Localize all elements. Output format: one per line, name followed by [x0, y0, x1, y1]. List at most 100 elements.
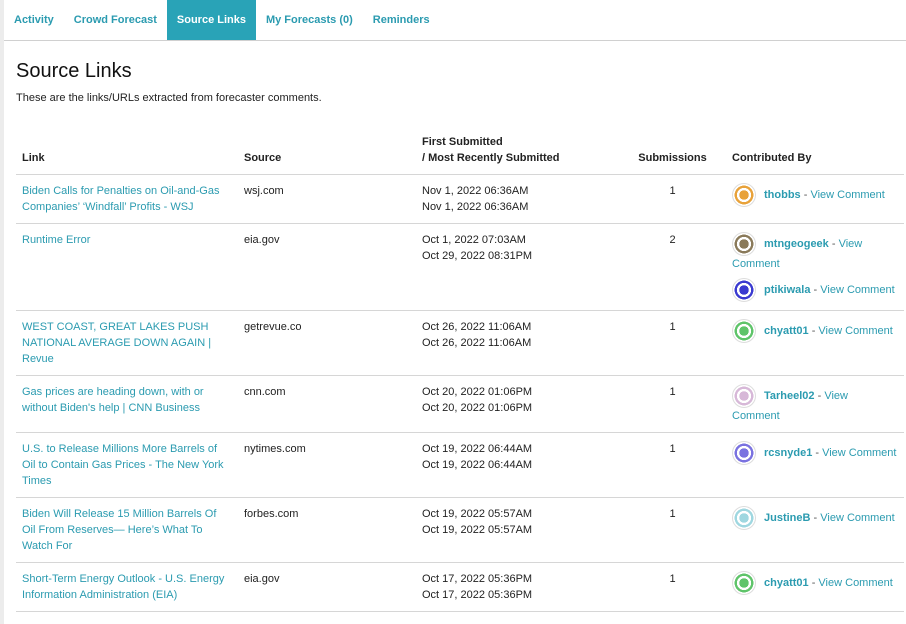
cell-dates: Nov 1, 2022 06:36AM Nov 1, 2022 06:36AM — [416, 174, 619, 224]
recent-submitted-date: Oct 19, 2022 06:44AM — [422, 459, 533, 471]
recent-submitted-date: Nov 1, 2022 06:36AM — [422, 201, 529, 213]
column-header-submitted: First Submitted / Most Recently Submitte… — [416, 134, 619, 175]
recent-submitted-date: Oct 29, 2022 08:31PM — [422, 250, 533, 262]
cell-link: U.S. to Release Millions More Barrels of… — [16, 432, 238, 498]
avatar[interactable] — [732, 278, 756, 302]
avatar[interactable] — [732, 232, 756, 256]
contributor-username[interactable]: Tarheel02 — [764, 390, 815, 402]
cell-link: Runtime Error — [16, 223, 238, 311]
table-body: Biden Calls for Penalties on Oil-and-Gas… — [16, 174, 904, 612]
cell-link: Gas prices are heading down, with or wit… — [16, 375, 238, 433]
contributor-username[interactable]: JustineB — [764, 512, 810, 524]
column-header-source: Source — [238, 134, 416, 175]
first-submitted-date: Nov 1, 2022 06:36AM — [422, 185, 529, 197]
view-comment-link[interactable]: View Comment — [818, 577, 892, 589]
tab-activity[interactable]: Activity — [4, 0, 64, 40]
cell-dates: Oct 26, 2022 11:06AM Oct 26, 2022 11:06AM — [416, 310, 619, 376]
column-header-recently-submitted: / Most Recently Submitted — [422, 152, 560, 164]
table-row: Runtime Error eia.gov Oct 1, 2022 07:03AM O… — [16, 223, 904, 311]
contributor: JustineB - View Comment — [732, 506, 898, 530]
separator: - — [810, 283, 821, 296]
first-submitted-date: Oct 1, 2022 07:03AM — [422, 234, 526, 246]
contributor-username[interactable]: rcsnyde1 — [764, 447, 812, 459]
contributor-username[interactable]: ptikiwala — [764, 284, 810, 296]
cell-dates: Oct 19, 2022 05:57AM Oct 19, 2022 05:57AM — [416, 497, 619, 563]
separator: - — [808, 324, 819, 337]
view-comment-link[interactable]: View Comment — [822, 447, 896, 459]
avatar[interactable] — [732, 441, 756, 465]
column-header-contributed-by: Contributed By — [726, 134, 904, 175]
cell-link: WEST COAST, GREAT LAKES PUSH NATIONAL AV… — [16, 310, 238, 376]
page-subtitle: These are the links/URLs extracted from … — [16, 92, 322, 104]
cell-source: eia.gov — [238, 223, 416, 311]
contributor: chyatt01 - View Comment — [732, 319, 898, 343]
tab-reminders[interactable]: Reminders — [363, 0, 440, 40]
view-comment-link[interactable]: View Comment — [820, 512, 894, 524]
table-row: Gas prices are heading down, with or wit… — [16, 375, 904, 433]
contributor: mtngeogeek - View Comment — [732, 232, 898, 272]
table-row: Biden Calls for Penalties on Oil-and-Gas… — [16, 174, 904, 224]
separator: - — [828, 237, 839, 250]
separator: - — [812, 446, 823, 459]
page: Activity Crowd Forecast Source Links My For… — [4, 0, 906, 624]
cell-contributed-by: JustineB - View Comment — [726, 497, 904, 563]
tab-my-forecasts-0[interactable]: My Forecasts (0) — [256, 0, 363, 40]
avatar[interactable] — [732, 384, 756, 408]
tab-crowd-forecast[interactable]: Crowd Forecast — [64, 0, 167, 40]
source-link[interactable]: Biden Will Release 15 Million Barrels Of… — [22, 508, 216, 552]
source-link[interactable]: Short-Term Energy Outlook - U.S. Energy … — [22, 573, 224, 601]
contributor: chyatt01 - View Comment — [732, 571, 898, 595]
view-comment-link[interactable]: View Comment — [818, 325, 892, 337]
source-link[interactable]: U.S. to Release Millions More Barrels of… — [22, 443, 224, 487]
view-comment-link[interactable]: View Comment — [820, 284, 894, 296]
table-row: U.S. to Release Millions More Barrels of… — [16, 432, 904, 498]
table-row: WEST COAST, GREAT LAKES PUSH NATIONAL AV… — [16, 310, 904, 376]
cell-submissions: 2 — [619, 223, 726, 311]
first-submitted-date: Oct 19, 2022 06:44AM — [422, 443, 533, 455]
recent-submitted-date: Oct 20, 2022 01:06PM — [422, 402, 533, 414]
cell-submissions: 1 — [619, 497, 726, 563]
cell-contributed-by: thobbs - View Comment — [726, 174, 904, 224]
avatar[interactable] — [732, 506, 756, 530]
cell-source: eia.gov — [238, 562, 416, 612]
page-title: Source Links — [16, 60, 132, 82]
cell-source: forbes.com — [238, 497, 416, 563]
contributor-username[interactable]: thobbs — [764, 189, 801, 201]
cell-source: nytimes.com — [238, 432, 416, 498]
cell-contributed-by: chyatt01 - View Comment — [726, 310, 904, 376]
cell-contributed-by: Tarheel02 - View Comment — [726, 375, 904, 433]
avatar[interactable] — [732, 319, 756, 343]
cell-contributed-by: chyatt01 - View Comment — [726, 562, 904, 612]
column-header-submissions: Submissions — [619, 134, 726, 175]
cell-submissions: 1 — [619, 174, 726, 224]
cell-source: cnn.com — [238, 375, 416, 433]
cell-submissions: 1 — [619, 432, 726, 498]
contributor-username[interactable]: chyatt01 — [764, 325, 809, 337]
contributor: rcsnyde1 - View Comment — [732, 441, 898, 465]
cell-dates: Oct 20, 2022 01:06PM Oct 20, 2022 01:06PM — [416, 375, 619, 433]
source-link[interactable]: Gas prices are heading down, with or wit… — [22, 386, 204, 414]
separator: - — [808, 576, 819, 589]
separator: - — [814, 389, 825, 402]
source-link[interactable]: WEST COAST, GREAT LAKES PUSH NATIONAL AV… — [22, 321, 211, 365]
contributor: Tarheel02 - View Comment — [732, 384, 898, 424]
contributor-username[interactable]: mtngeogeek — [764, 238, 829, 250]
recent-submitted-date: Oct 26, 2022 11:06AM — [422, 337, 532, 349]
first-submitted-date: Oct 26, 2022 11:06AM — [422, 321, 532, 333]
avatar[interactable] — [732, 183, 756, 207]
source-link[interactable]: Runtime Error — [22, 234, 90, 246]
table-row: Biden Will Release 15 Million Barrels Of… — [16, 497, 904, 563]
cell-contributed-by: rcsnyde1 - View Comment — [726, 432, 904, 498]
recent-submitted-date: Oct 17, 2022 05:36PM — [422, 589, 533, 601]
cell-source: getrevue.co — [238, 310, 416, 376]
view-comment-link[interactable]: View Comment — [810, 189, 884, 201]
cell-submissions: 1 — [619, 375, 726, 433]
column-header-first-submitted: First Submitted — [422, 136, 503, 148]
tab-source-links[interactable]: Source Links — [166, 0, 256, 40]
separator: - — [810, 511, 821, 524]
avatar[interactable] — [732, 571, 756, 595]
cell-dates: Oct 17, 2022 05:36PM Oct 17, 2022 05:36PM — [416, 562, 619, 612]
source-link[interactable]: Biden Calls for Penalties on Oil-and-Gas… — [22, 185, 219, 213]
table-row: Short-Term Energy Outlook - U.S. Energy … — [16, 562, 904, 612]
contributor-username[interactable]: chyatt01 — [764, 577, 809, 589]
